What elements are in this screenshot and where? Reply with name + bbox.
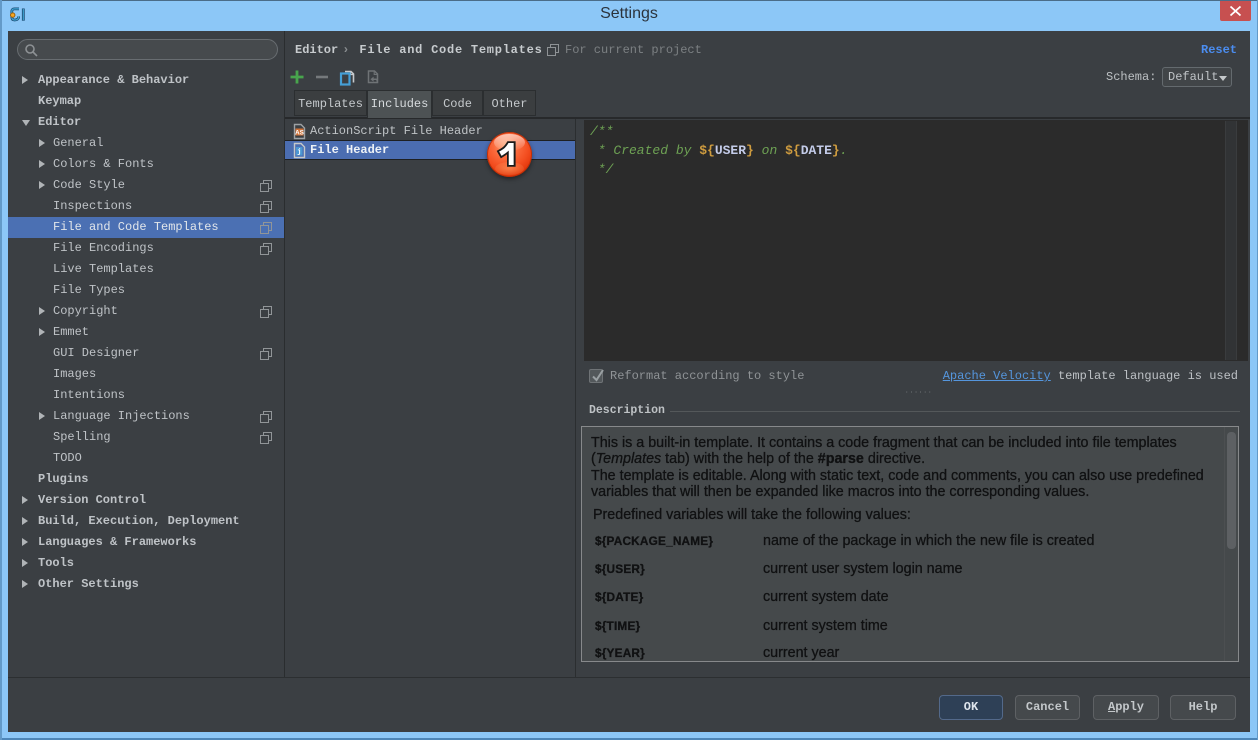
svg-text:j: j <box>297 149 301 157</box>
svg-text:AS: AS <box>295 130 305 137</box>
